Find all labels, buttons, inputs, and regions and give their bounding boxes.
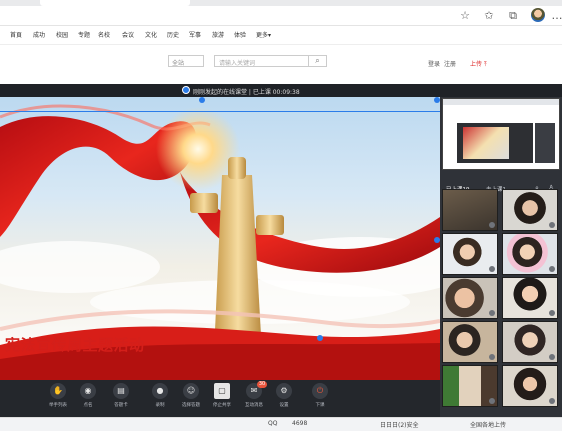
nav-item[interactable]: 成功 [33,30,45,39]
classroom-title: 刚刚发起的在线课堂 | 已上课 00:09:38 [193,89,300,96]
control-label: 点名 [83,403,93,408]
nav-item[interactable]: 文化 [145,30,157,39]
classroom-titlebar: 刚刚发起的在线课堂 | 已上课 00:09:38 [0,84,562,97]
message-count-badge: 30 [257,381,267,388]
power-icon: ⏻ [312,383,328,399]
student-video-tile[interactable] [502,321,558,363]
control-label: 设置 [279,403,289,408]
share-icon: ▢ [214,383,230,399]
location-icon: ◉ [80,383,96,399]
more-icon[interactable]: … [550,9,562,23]
nav-item[interactable]: 军事 [189,30,201,39]
mic-icon [549,398,555,404]
star-outline-icon[interactable]: ☆ [458,9,472,23]
nav-item[interactable]: 旅游 [212,30,224,39]
classroom-control-bar: ✋ 举手列表 ◉ 点名 ▤ 答题卡 ● 录制 ☺ 选择答题 ▢ 停止共享 ✉ 3… [0,380,440,417]
nav-item[interactable]: 专题 [78,30,90,39]
roll-call-button[interactable]: ◉ 点名 [72,383,104,415]
mic-icon [549,354,555,360]
end-class-button[interactable]: ⏻ 下课 [304,383,336,415]
screen-preview[interactable] [442,98,560,170]
control-label: 互动消息 [245,403,263,408]
mic-icon [489,266,495,272]
selection-line [0,111,440,112]
avatar[interactable] [531,8,545,22]
settings-icon: ⚙ [276,383,292,399]
student-video-tile[interactable] [502,365,558,407]
control-label: 下课 [315,403,325,408]
banner-title: 宪法宣传周主题活动 [5,336,145,354]
nav-item[interactable]: 名校 [98,30,110,39]
browser-toolbar: ☆ ✩ ⧉ … [0,6,562,26]
messages-button[interactable]: ✉ 30 互动消息 [238,381,270,415]
select-answer-button[interactable]: ☺ 选择答题 [175,383,207,415]
record-button[interactable]: ● 录制 [144,383,176,415]
mic-icon [489,354,495,360]
favorites-icon[interactable]: ✩ [482,9,496,23]
student-video-tile[interactable] [442,365,498,407]
answer-card-button[interactable]: ▤ 答题卡 [105,383,137,415]
control-label: 选择答题 [182,403,200,408]
mic-icon [489,398,495,404]
card-icon: ▤ [113,383,129,399]
upload-label: 上传 [470,61,483,68]
participant-panel: 已上课19 未上课1 ⌕ ♙ [440,97,562,417]
taskbar-item[interactable]: 4698 [292,420,307,427]
record-icon: ● [152,383,168,399]
nav-item[interactable]: 会议 [122,30,134,39]
stop-share-button[interactable]: ▢ 停止共享 [206,383,238,415]
student-video-tile[interactable] [442,189,498,231]
hand-icon: ✋ [50,383,66,399]
online-classroom: 刚刚发起的在线课堂 | 已上课 00:09:38 宪法宣传周主题活动 ✋ 举手列… [0,84,562,417]
student-video-tile[interactable] [442,233,498,275]
mic-icon [549,266,555,272]
live-indicator-icon [182,86,190,94]
search-input[interactable]: 请输入关键词 [214,55,309,67]
selection-handle[interactable] [199,97,205,103]
taskbar: QQ 4698 日日日(2)安全 全国各地上传 [0,417,562,431]
nav-item[interactable]: 更多▾ [256,30,271,39]
student-video-tile[interactable] [442,277,498,319]
hand-list-button[interactable]: ✋ 举手列表 [42,383,74,415]
upload-icon: ⤒ [483,61,487,68]
selection-handle[interactable] [317,335,323,341]
control-label: 举手列表 [49,403,67,408]
mic-icon [549,310,555,316]
register-link[interactable]: 注册 [444,59,456,68]
collections-icon[interactable]: ⧉ [506,9,520,23]
mic-icon [489,310,495,316]
nav-item[interactable]: 历史 [167,30,179,39]
control-label: 录制 [155,403,165,408]
select-icon: ☺ [183,383,199,399]
taskbar-item[interactable]: QQ [268,420,277,427]
shared-screen[interactable]: 宪法宣传周主题活动 [0,97,440,380]
control-label: 停止共享 [213,403,231,408]
taskbar-item[interactable]: 日日日(2)安全 [380,420,419,429]
settings-button[interactable]: ⚙ 设置 [268,383,300,415]
nav-item[interactable]: 校园 [56,30,68,39]
preview-image [463,127,509,159]
mic-icon [489,222,495,228]
search-icon[interactable]: ⌕ [309,55,327,67]
mic-icon [549,222,555,228]
preview-toolbar [443,99,559,105]
control-label: 答题卡 [114,403,128,408]
student-video-tile[interactable] [502,277,558,319]
student-video-tile[interactable] [502,189,558,231]
nav-item[interactable]: 体验 [234,30,246,39]
nav-item[interactable]: 首頁 [10,30,22,39]
preview-sidebar [535,123,555,163]
search-scope-select[interactable]: 全站 [168,55,204,67]
student-video-tile[interactable] [442,321,498,363]
taskbar-item[interactable]: 全国各地上传 [470,420,506,429]
site-nav: 首頁 成功 校园 专题 名校 会议 文化 历史 军事 旅游 体验 更多▾ [0,28,562,42]
upload-link[interactable]: 上传 ⤒ [470,59,487,69]
student-video-tile[interactable] [502,233,558,275]
login-link[interactable]: 登录 [428,59,440,68]
nav-divider [0,44,562,45]
